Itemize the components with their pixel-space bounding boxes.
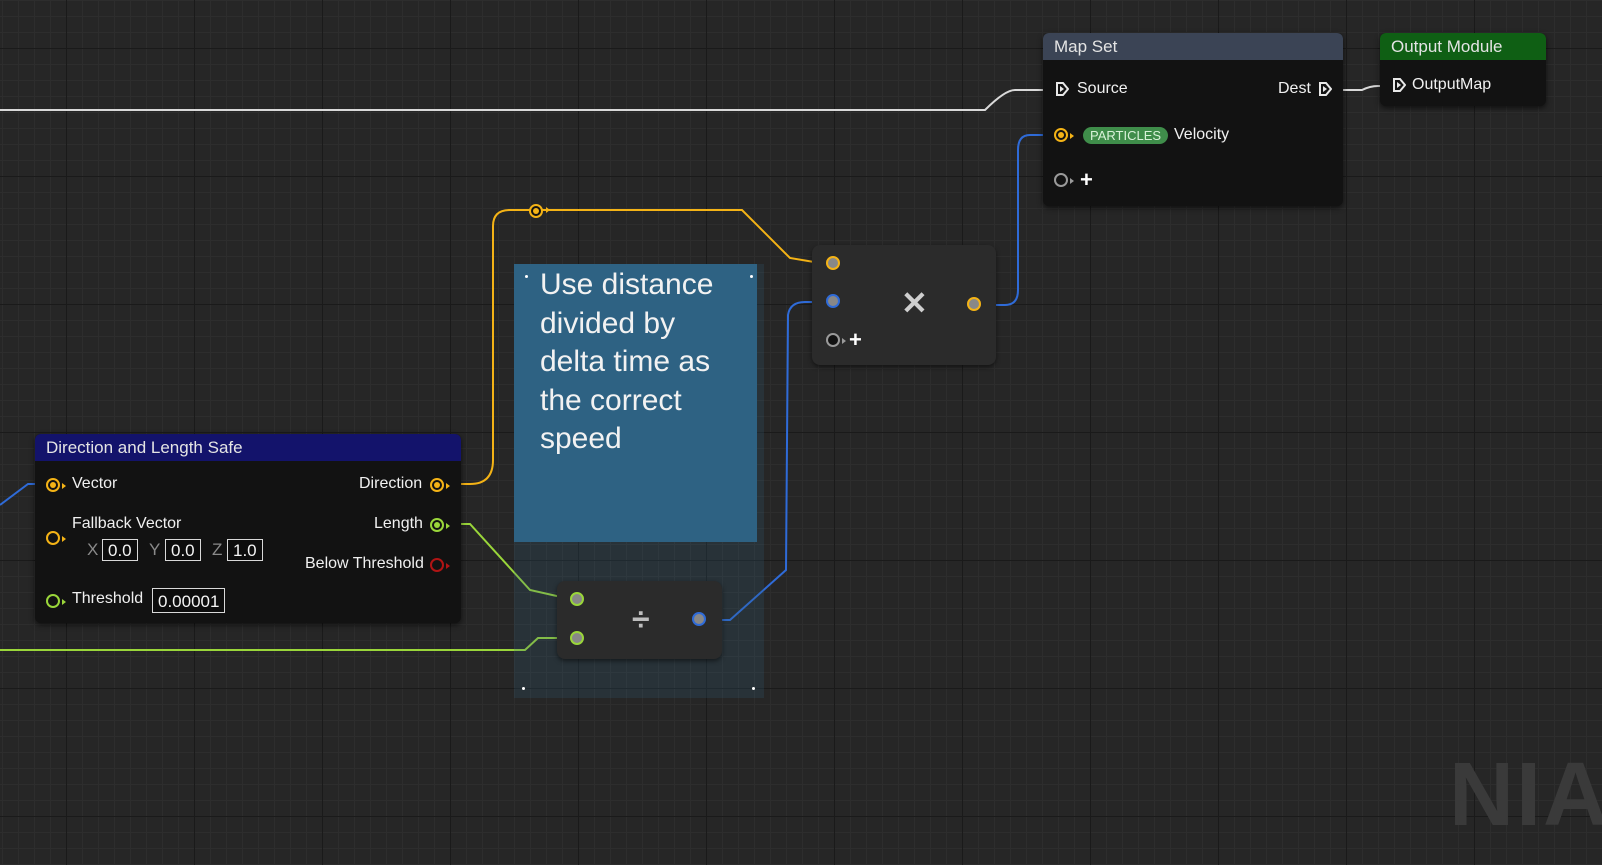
reroute-arrow-icon xyxy=(546,207,550,213)
length-output-pin[interactable] xyxy=(430,518,444,532)
map-set-title: Map Set xyxy=(1043,33,1343,60)
vector-label: Vector xyxy=(72,475,118,492)
y-axis-label: Y xyxy=(149,540,161,559)
threshold-pin[interactable] xyxy=(46,594,60,608)
output-module-title: Output Module xyxy=(1380,33,1546,60)
multiply-input-a-pin[interactable] xyxy=(826,256,840,270)
threshold-value-field[interactable]: 0.00001 xyxy=(152,588,226,613)
wire-input-to-divide xyxy=(0,637,570,651)
exec-wire-source xyxy=(0,89,1044,111)
map-set-add-pin[interactable] xyxy=(1054,173,1068,187)
below-threshold-pin-arrow-icon xyxy=(446,563,450,569)
direction-label: Direction xyxy=(359,475,423,492)
comment-resize-handle-icon[interactable] xyxy=(750,275,753,278)
dest-exec-pin-icon[interactable] xyxy=(1318,82,1332,96)
below-threshold-output-pin[interactable] xyxy=(430,558,444,572)
fallback-vector-pin[interactable] xyxy=(46,531,60,545)
direction-and-length-safe-node[interactable]: Direction and Length Safe Vector Directi… xyxy=(35,434,461,623)
divide-output-pin[interactable] xyxy=(692,612,706,626)
divide-node[interactable]: ÷ xyxy=(557,581,722,659)
divide-input-b-pin[interactable] xyxy=(570,631,584,645)
threshold-label: Threshold xyxy=(72,590,144,607)
below-threshold-label: Below Threshold xyxy=(305,555,424,572)
plus-icon[interactable]: + xyxy=(849,327,862,353)
wire-layer xyxy=(0,85,1386,651)
comment-resize-handle-icon[interactable] xyxy=(752,687,755,690)
multiply-input-b-pin[interactable] xyxy=(826,294,840,308)
reroute-knot[interactable] xyxy=(529,204,543,218)
length-label: Length xyxy=(374,515,423,532)
fallback-vector-label: Fallback Vector xyxy=(72,515,182,532)
output-module-node[interactable]: Output Module OutputMap xyxy=(1380,33,1546,106)
multiply-icon: ✕ xyxy=(901,285,928,321)
comment-resize-handle-icon[interactable] xyxy=(522,687,525,690)
x-value-field[interactable]: 0.0 xyxy=(102,539,138,561)
direction-length-title: Direction and Length Safe xyxy=(35,434,461,461)
dest-label: Dest xyxy=(1278,80,1311,97)
y-value-field[interactable]: 0.0 xyxy=(165,539,201,561)
direction-output-pin[interactable] xyxy=(430,478,444,492)
x-axis-label: X xyxy=(87,540,99,559)
map-set-add-pin-arrow-icon xyxy=(1070,178,1074,184)
source-label: Source xyxy=(1077,80,1128,97)
z-axis-label: Z xyxy=(212,540,223,559)
source-exec-pin-icon[interactable] xyxy=(1055,82,1069,96)
map-set-node[interactable]: Map Set Source Dest PARTICLES Velocity + xyxy=(1043,33,1343,206)
velocity-pin[interactable] xyxy=(1054,128,1068,142)
velocity-label: Velocity xyxy=(1174,126,1230,143)
vector-pin-arrow-icon xyxy=(62,483,66,489)
z-value-field[interactable]: 1.0 xyxy=(227,539,263,561)
multiply-node[interactable]: + ✕ xyxy=(812,245,996,365)
divide-input-a-pin[interactable] xyxy=(570,592,584,606)
comment-header[interactable]: Use distance divided by delta time as th… xyxy=(514,264,757,542)
comment-resize-handle-icon[interactable] xyxy=(525,275,528,278)
threshold-pin-arrow-icon xyxy=(62,599,66,605)
output-map-label: OutputMap xyxy=(1412,76,1492,93)
particles-namespace-badge: PARTICLES xyxy=(1083,127,1169,144)
direction-pin-arrow-icon xyxy=(446,483,450,489)
multiply-add-pin-arrow-icon xyxy=(842,338,846,344)
comment-text[interactable]: Use distance divided by delta time as th… xyxy=(540,266,745,459)
divide-icon: ÷ xyxy=(632,601,650,637)
plus-icon[interactable]: + xyxy=(1080,167,1093,193)
multiply-add-pin[interactable] xyxy=(826,333,840,347)
multiply-output-pin[interactable] xyxy=(967,297,981,311)
output-map-exec-pin-icon[interactable] xyxy=(1392,78,1406,92)
vector-pin[interactable] xyxy=(46,478,60,492)
length-pin-arrow-icon xyxy=(446,523,450,529)
velocity-pin-arrow-icon xyxy=(1070,133,1074,139)
fallback-pin-arrow-icon xyxy=(62,536,66,542)
